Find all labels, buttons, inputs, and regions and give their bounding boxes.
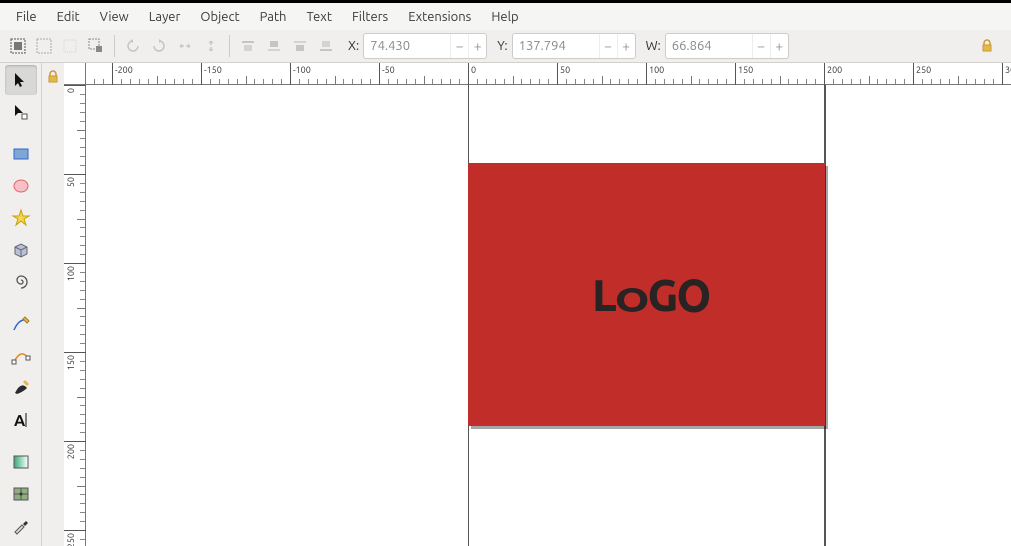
menu-file[interactable]: File bbox=[6, 6, 47, 28]
w-coordinate-group: W: −+ bbox=[646, 33, 789, 59]
ruler-h-label: -150 bbox=[204, 65, 222, 75]
box3d-tool[interactable] bbox=[5, 235, 37, 265]
pencil-tool[interactable] bbox=[5, 309, 37, 339]
bezier-tool[interactable] bbox=[5, 341, 37, 371]
raise-icon[interactable] bbox=[262, 34, 286, 58]
logo-text-object[interactable]: LOGO bbox=[592, 271, 709, 322]
flip-vertical-icon[interactable] bbox=[199, 34, 223, 58]
y-input[interactable]: −+ bbox=[512, 33, 636, 59]
snap-controls-bar bbox=[42, 63, 64, 546]
ruler-origin[interactable] bbox=[64, 63, 86, 85]
ruler-h-label: 200 bbox=[827, 65, 842, 75]
workspace: A -200 -150 -100 -50 0 50 100 150 200 250 300 0 50 1… bbox=[0, 63, 1011, 546]
ruler-v-label: 0 bbox=[66, 88, 76, 93]
mesh-tool[interactable] bbox=[5, 479, 37, 509]
menu-view[interactable]: View bbox=[90, 6, 139, 28]
toggle-selection-icon[interactable] bbox=[84, 34, 108, 58]
w-plus-icon[interactable]: + bbox=[770, 34, 788, 58]
y-input-field[interactable] bbox=[513, 39, 593, 53]
w-input-field[interactable] bbox=[666, 39, 746, 53]
w-label: W: bbox=[646, 39, 661, 53]
spiral-tool[interactable] bbox=[5, 267, 37, 297]
ruler-h-label: 150 bbox=[738, 65, 753, 75]
x-plus-icon[interactable]: + bbox=[468, 34, 486, 58]
ellipse-tool[interactable] bbox=[5, 171, 37, 201]
menu-help[interactable]: Help bbox=[481, 6, 528, 28]
toolbox: A bbox=[0, 63, 42, 546]
calligraphy-tool[interactable] bbox=[5, 373, 37, 403]
w-minus-icon[interactable]: − bbox=[752, 34, 770, 58]
ruler-h-label: 250 bbox=[916, 65, 931, 75]
ruler-v-label: 50 bbox=[66, 177, 76, 187]
select-all-layers-icon[interactable] bbox=[32, 34, 56, 58]
ruler-h-label: -50 bbox=[382, 65, 395, 75]
menu-text[interactable]: Text bbox=[296, 6, 341, 28]
ruler-h-label: 0 bbox=[471, 65, 476, 75]
separator bbox=[114, 35, 115, 57]
separator bbox=[229, 35, 230, 57]
lock-icon[interactable] bbox=[975, 34, 999, 58]
ruler-h-label: -100 bbox=[293, 65, 311, 75]
ruler-horizontal[interactable]: -200 -150 -100 -50 0 50 100 150 200 250 300 bbox=[86, 63, 1011, 85]
menu-layer[interactable]: Layer bbox=[139, 6, 191, 28]
x-minus-icon[interactable]: − bbox=[450, 34, 468, 58]
lock-layer-icon[interactable] bbox=[41, 65, 65, 89]
text-tool[interactable]: A bbox=[5, 405, 37, 435]
ruler-v-label: 100 bbox=[66, 266, 76, 281]
y-minus-icon[interactable]: − bbox=[599, 34, 617, 58]
ruler-h-label: -200 bbox=[115, 65, 133, 75]
rectangle-tool[interactable] bbox=[5, 139, 37, 169]
ruler-v-label: 200 bbox=[66, 444, 76, 459]
menu-path[interactable]: Path bbox=[250, 6, 297, 28]
dropper-tool[interactable] bbox=[5, 511, 37, 541]
canvas[interactable]: LOGO bbox=[86, 85, 1011, 546]
ruler-h-label: 300 bbox=[1005, 65, 1011, 75]
star-tool[interactable] bbox=[5, 203, 37, 233]
x-label: X: bbox=[348, 39, 359, 53]
menu-filters[interactable]: Filters bbox=[342, 6, 398, 28]
tool-controls-bar: X: −+ Y: −+ W: −+ bbox=[0, 30, 1011, 63]
flip-horizontal-icon[interactable] bbox=[173, 34, 197, 58]
selector-tool[interactable] bbox=[5, 65, 37, 95]
select-all-icon[interactable] bbox=[6, 34, 30, 58]
menu-extensions[interactable]: Extensions bbox=[398, 6, 481, 28]
canvas-area: -200 -150 -100 -50 0 50 100 150 200 250 300 0 50 100… bbox=[64, 63, 1011, 546]
deselect-icon[interactable] bbox=[58, 34, 82, 58]
node-tool[interactable] bbox=[5, 97, 37, 127]
y-plus-icon[interactable]: + bbox=[617, 34, 635, 58]
ruler-h-label: 100 bbox=[649, 65, 664, 75]
menubar: File Edit View Layer Object Path Text Fi… bbox=[0, 3, 1011, 30]
lower-bottom-icon[interactable] bbox=[314, 34, 338, 58]
ruler-h-label: 50 bbox=[560, 65, 570, 75]
y-label: Y: bbox=[497, 39, 507, 53]
x-coordinate-group: X: −+ bbox=[348, 33, 487, 59]
raise-top-icon[interactable] bbox=[236, 34, 260, 58]
lower-icon[interactable] bbox=[288, 34, 312, 58]
menu-edit[interactable]: Edit bbox=[47, 6, 90, 28]
ruler-v-label: 250 bbox=[66, 533, 76, 546]
rotate-cw-icon[interactable] bbox=[147, 34, 171, 58]
menu-object[interactable]: Object bbox=[190, 6, 249, 28]
svg-text:A: A bbox=[14, 412, 26, 430]
ruler-v-label: 150 bbox=[66, 355, 76, 370]
gradient-tool[interactable] bbox=[5, 447, 37, 477]
ruler-vertical[interactable]: 0 50 100 150 200 250 bbox=[64, 85, 86, 546]
x-input[interactable]: −+ bbox=[363, 33, 487, 59]
x-input-field[interactable] bbox=[364, 39, 444, 53]
w-input[interactable]: −+ bbox=[665, 33, 789, 59]
rotate-ccw-icon[interactable] bbox=[121, 34, 145, 58]
y-coordinate-group: Y: −+ bbox=[497, 33, 635, 59]
